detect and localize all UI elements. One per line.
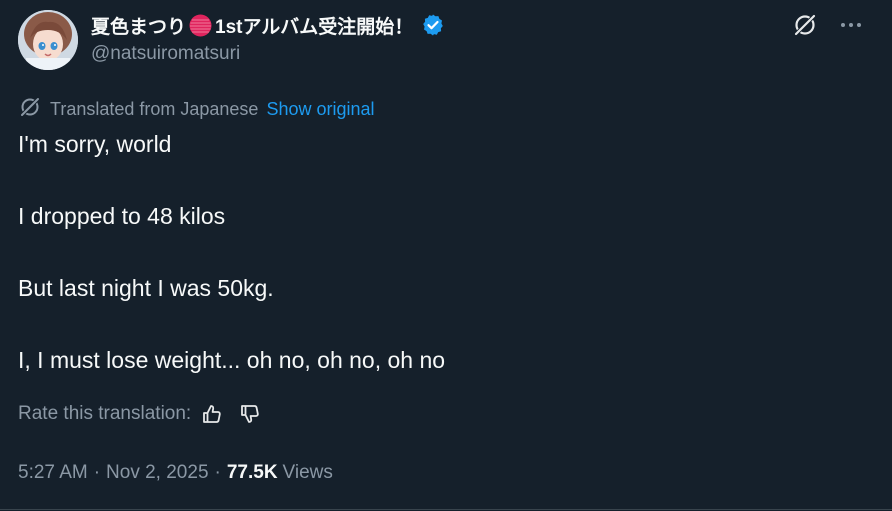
meta-separator: ·	[93, 462, 101, 483]
thumbs-up-icon[interactable]	[199, 401, 225, 427]
translate-icon	[18, 95, 42, 124]
avatar[interactable]	[18, 10, 78, 70]
thumbs-down-icon[interactable]	[237, 401, 263, 427]
views-label: Views	[282, 462, 333, 483]
tweet-date[interactable]: Nov 2, 2025	[106, 462, 208, 484]
grok-icon[interactable]	[790, 12, 820, 38]
author-handle[interactable]: @natsuiromatsuri	[91, 43, 240, 65]
rate-translation-label: Rate this translation:	[18, 403, 192, 424]
author-name-row[interactable]: 夏色まつり 1stアルバム受注開始！	[91, 10, 445, 40]
translation-notice: Translated from Japanese Show original	[18, 97, 375, 121]
rate-translation: Rate this translation:	[18, 401, 263, 427]
display-name[interactable]: 夏色まつり	[91, 12, 186, 39]
tweet-text-line: I dropped to 48 kilos	[18, 203, 226, 229]
tweet-text-line: I, I must lose weight... oh no, oh no, o…	[18, 347, 446, 373]
tweet-time[interactable]: 5:27 AM	[18, 462, 88, 484]
tweet-meta: 5:27 AM · Nov 2, 2025 · 77.5K Views	[18, 459, 333, 487]
tweet-text-line: I'm sorry, world	[18, 131, 172, 157]
tweet-detail: 夏色まつり 1stアルバム受注開始！ @natsuiromatsuri Tran…	[0, 0, 892, 511]
translated-label: Translated from Japanese	[50, 98, 259, 119]
more-icon[interactable]	[836, 12, 866, 38]
tweet-actions-top	[790, 12, 866, 38]
meta-separator: ·	[214, 462, 221, 483]
views-count: 77.5K	[226, 462, 278, 483]
show-original-link[interactable]: Show original	[266, 99, 374, 120]
verified-badge-icon[interactable]	[421, 13, 445, 37]
red-circle-emoji-icon	[189, 14, 212, 37]
display-name-suffix[interactable]: 1stアルバム受注開始！	[215, 12, 413, 39]
tweet-text-line: But last night I was 50kg.	[18, 275, 274, 301]
divider	[0, 509, 892, 510]
